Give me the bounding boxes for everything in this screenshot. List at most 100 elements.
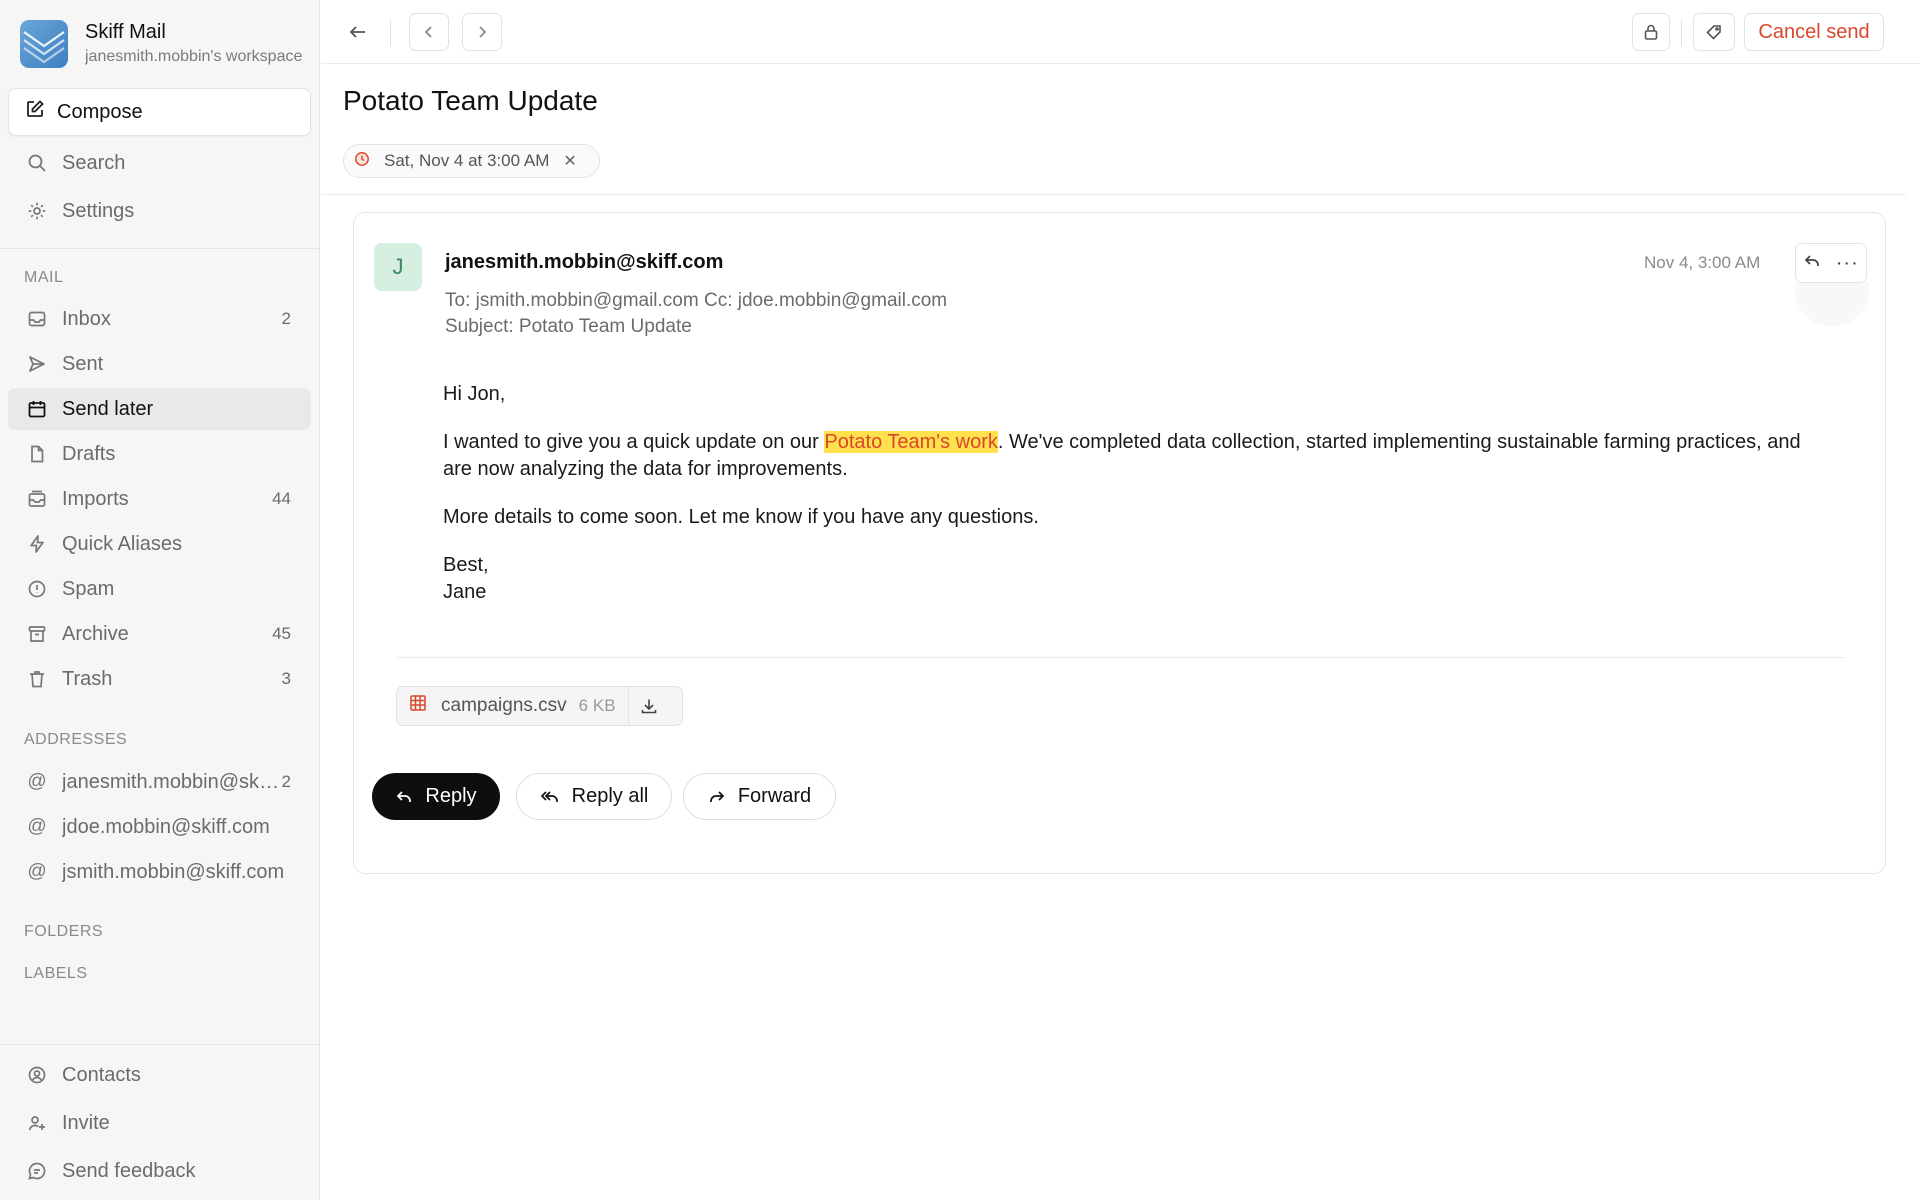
sidebar-item-label: Send later [62,397,154,420]
file-icon [26,443,48,465]
sidebar: Skiff Mail janesmith.mobbin's workspace … [0,0,320,1200]
attachment-name: campaigns.csv [441,695,567,716]
sidebar-item-label: Sent [62,352,104,375]
email-card: J janesmith.mobbin@skiff.com Nov 4, 3:00… [353,212,1886,874]
sidebar-item-label: Drafts [62,442,116,465]
back-button[interactable] [339,13,377,51]
sidebar-item-trash[interactable]: Trash 3 [8,658,311,700]
more-options-icon[interactable]: ··· [1836,252,1859,275]
sidebar-item-imports[interactable]: Imports 44 [8,478,311,520]
address-item[interactable]: @ janesmith.mobbin@skiff.com 2 [8,761,311,803]
sidebar-item-quick-aliases[interactable]: Quick Aliases [8,523,311,565]
folders-section-label[interactable]: FOLDERS [24,923,103,941]
sidebar-item-drafts[interactable]: Drafts [8,433,311,475]
sidebar-item-send-later[interactable]: Send later [8,388,311,430]
unread-count: 44 [272,489,291,508]
reply-all-label: Reply all [571,785,649,807]
sidebar-item-label: Quick Aliases [62,532,183,555]
sidebar-divider [0,248,320,249]
download-icon[interactable] [629,697,669,715]
email-actions: ··· [1795,243,1867,283]
mail-section-label: MAIL [24,269,64,286]
forward-button[interactable]: Forward [683,773,836,820]
settings-button[interactable]: Settings [8,190,311,232]
search-label: Search [62,151,126,174]
address-item[interactable]: @ jsmith.mobbin@skiff.com [8,851,311,893]
imports-icon [26,488,48,510]
settings-label: Settings [62,199,135,222]
address-label: jdoe.mobbin@skiff.com [62,815,270,838]
sidebar-item-sent[interactable]: Sent [8,343,311,385]
workspace-switcher[interactable]: Skiff Mail janesmith.mobbin's workspace [20,20,305,68]
toolbar: Cancel send [321,0,1920,64]
address-item[interactable]: @ jdoe.mobbin@skiff.com [8,806,311,848]
invite-button[interactable]: Invite [8,1102,311,1144]
clock-icon [354,151,370,172]
sidebar-item-spam[interactable]: Spam [8,568,311,610]
unread-count: 45 [272,624,291,643]
toolbar-divider [390,20,391,46]
attachment-chip[interactable]: campaigns.csv 6 KB [396,686,683,726]
forward-icon [708,788,726,806]
unread-count: 2 [281,309,291,328]
reply-all-icon [540,788,560,806]
contacts-button[interactable]: Contacts [8,1054,311,1096]
header-divider [321,194,1906,195]
email-signature: Jane [443,581,487,603]
label-button[interactable] [1693,13,1735,51]
workspace-name: janesmith.mobbin's workspace [85,48,303,65]
compose-button[interactable]: Compose [8,88,311,136]
scheduled-time: Sat, Nov 4 at 3:00 AM [384,151,550,170]
sidebar-item-label: Trash [62,667,113,690]
cancel-send-button[interactable]: Cancel send [1744,13,1884,51]
sidebar-item-label: Archive [62,622,129,645]
trash-icon [26,668,48,690]
reply-button[interactable]: Reply [372,773,500,820]
sidebar-footer-divider [0,1044,320,1045]
contacts-label: Contacts [62,1063,141,1086]
remove-schedule-icon[interactable]: ✕ [563,151,576,171]
lock-icon [1644,24,1658,40]
reply-icon [395,788,413,806]
sender-address[interactable]: janesmith.mobbin@skiff.com [445,251,723,274]
send-feedback-button[interactable]: Send feedback [8,1150,311,1192]
unread-count: 2 [281,772,291,791]
page-title: Potato Team Update [343,85,598,116]
sidebar-item-label: Inbox [62,307,111,330]
sidebar-item-archive[interactable]: Archive 45 [8,613,311,655]
at-icon: @ [27,861,47,882]
labels-section-label[interactable]: LABELS [24,965,87,983]
email-signoff: Best, [443,554,489,576]
reply-all-button[interactable]: Reply all [516,773,672,820]
invite-label: Invite [62,1111,110,1134]
at-icon: @ [27,816,47,837]
compose-label: Compose [57,100,143,123]
addresses-section-label: ADDRESSES [24,731,128,748]
send-icon [26,353,48,375]
toolbar-divider [1681,20,1682,46]
highlighted-text: Potato Team's work [824,431,998,453]
address-label: jsmith.mobbin@skiff.com [62,860,285,883]
send-feedback-label: Send feedback [62,1159,196,1182]
sidebar-item-inbox[interactable]: Inbox 2 [8,298,311,340]
encryption-button[interactable] [1632,13,1670,51]
gear-icon [26,200,48,222]
calendar-icon [26,398,48,420]
arrow-left-icon [349,26,365,38]
reply-label: Reply [425,785,477,807]
at-icon: @ [27,771,47,792]
previous-email-button[interactable] [409,13,449,51]
spreadsheet-icon [409,694,427,718]
app-title: Skiff Mail [85,21,166,43]
address-label: janesmith.mobbin@skiff.com [62,770,282,793]
search-button[interactable]: Search [8,142,311,184]
next-email-button[interactable] [462,13,502,51]
email-paragraph: More details to come soon. Let me know i… [443,506,1039,528]
paragraph-text: I wanted to give you a quick update on o… [443,431,825,453]
chevron-left-icon [424,26,432,38]
archive-icon [26,623,48,645]
reply-icon[interactable] [1803,252,1821,275]
attachment-size: 6 KB [578,696,616,715]
feedback-icon [26,1160,48,1182]
scheduled-send-chip[interactable]: Sat, Nov 4 at 3:00 AM ✕ [343,144,600,178]
